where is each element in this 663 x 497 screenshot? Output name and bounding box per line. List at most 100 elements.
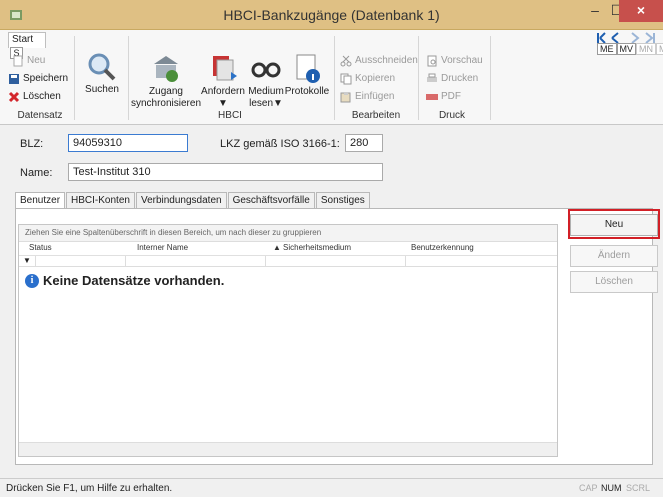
paste-icon: [340, 92, 351, 103]
group-hbci: HBCI: [218, 110, 242, 121]
filter-cell[interactable]: [265, 256, 405, 267]
anfordern-button[interactable]: Anfordern ▼: [200, 52, 246, 110]
zugang-label-1: Zugang: [149, 86, 183, 97]
anfordern-label: Anfordern: [201, 86, 245, 97]
view-tab-mn[interactable]: MN: [636, 43, 656, 55]
group-druck: Druck: [438, 110, 466, 121]
group-by-hint: Ziehen Sie eine Spaltenüberschrift in di…: [19, 225, 557, 242]
view-mode-tabs: ME MV MN M: [597, 43, 663, 55]
tab-start[interactable]: Start: [8, 32, 46, 48]
group-separator: [418, 36, 419, 120]
tab-strip: Benutzer HBCI-Konten Verbindungsdaten Ge…: [15, 192, 371, 209]
close-button[interactable]: ×: [619, 0, 663, 22]
tab-benutzer[interactable]: Benutzer: [15, 192, 66, 209]
zugang-label-2: synchronisieren: [130, 98, 202, 109]
speichern-label: Speichern: [23, 73, 69, 84]
empty-message: i Keine Datensätze vorhanden.: [25, 273, 224, 288]
name-label: Name:: [20, 167, 53, 179]
group-separator: [128, 36, 129, 120]
sort-ascending-icon: ▲: [273, 243, 281, 252]
filter-cell[interactable]: [405, 256, 555, 267]
tab-sonstiges[interactable]: Sonstiges: [315, 192, 370, 209]
suchen-button[interactable]: Suchen: [82, 52, 122, 96]
title-bar: HBCI-Bankzugänge (Datenbank 1) – ☐ ×: [0, 0, 663, 30]
status-bar: Drücken Sie F1, um Hilfe zu erhalten. CA…: [0, 478, 663, 497]
filter-cell[interactable]: [35, 256, 125, 267]
printer-icon: [427, 73, 437, 82]
speichern-button[interactable]: Speichern: [8, 70, 68, 88]
filter-row[interactable]: ▼: [19, 255, 557, 267]
ausschneiden-label: Ausschneiden: [355, 55, 418, 66]
window-title: HBCI-Bankzugänge (Datenbank 1): [223, 7, 440, 23]
protokolle-label: Protokolle: [284, 86, 330, 97]
copy-icon: [340, 73, 352, 85]
save-icon: [9, 74, 19, 84]
status-text: Drücken Sie F1, um Hilfe zu erhalten.: [6, 483, 173, 494]
ribbon: Start S Neu Speichern Löschen Datensatz …: [0, 30, 663, 125]
einfuegen-button[interactable]: Einfügen: [340, 88, 394, 106]
loeschen-button[interactable]: Löschen: [8, 88, 61, 106]
medium-label-2-text: lesen: [249, 98, 273, 109]
zugang-synchronisieren-button[interactable]: Zugang synchronisieren: [130, 52, 202, 110]
neu-label: Neu: [27, 55, 46, 66]
empty-message-text: Keine Datensätze vorhanden.: [43, 273, 225, 288]
blz-field[interactable]: 94059310: [68, 134, 188, 152]
lkz-field[interactable]: 280: [345, 134, 383, 152]
aendern-button[interactable]: Ändern: [570, 245, 658, 267]
info-icon: i: [25, 273, 39, 288]
group-separator: [490, 36, 491, 120]
log-info-icon: [296, 54, 320, 83]
medium-label-2: lesen▼: [246, 98, 286, 110]
name-field[interactable]: Test-Institut 310: [68, 163, 383, 181]
request-icon: [213, 56, 237, 81]
group-bearbeiten: Bearbeiten: [351, 110, 401, 121]
view-tab-me[interactable]: ME: [597, 43, 617, 55]
loeschen-label: Löschen: [23, 91, 61, 102]
einfuegen-label: Einfügen: [355, 91, 395, 102]
kopieren-label: Kopieren: [355, 73, 396, 84]
pdf-button[interactable]: PDF: [426, 88, 461, 106]
group-separator: [74, 36, 75, 120]
protokolle-button[interactable]: Protokolle: [284, 52, 330, 98]
new-record-icon: [13, 55, 23, 67]
grid-footer: [19, 442, 557, 456]
suchen-label: Suchen: [85, 84, 119, 95]
preview-icon: [427, 55, 437, 67]
medium-lesen-button[interactable]: Medium lesen▼: [246, 52, 286, 110]
medium-label-1: Medium: [248, 86, 284, 97]
delete-icon: [8, 91, 20, 103]
column-benutzerkennung[interactable]: Benutzerkennung: [411, 242, 474, 254]
column-status[interactable]: Status: [29, 242, 52, 254]
scrl-indicator: SCRL: [626, 483, 651, 493]
loeschen-button-side[interactable]: Löschen: [570, 271, 658, 293]
scissors-icon: [340, 55, 352, 67]
neu-button-side[interactable]: Neu: [570, 214, 658, 236]
glasses-icon: [251, 62, 281, 78]
num-indicator: NUM: [601, 483, 622, 493]
tab-geschaeftsvorfaelle[interactable]: Geschäftsvorfälle: [227, 192, 315, 209]
vorschau-button[interactable]: Vorschau: [426, 52, 483, 70]
chevron-down-icon: ▼: [273, 98, 283, 109]
group-datensatz: Datensatz: [17, 110, 63, 121]
tab-verbindungsdaten[interactable]: Verbindungsdaten: [135, 192, 227, 209]
cap-indicator: CAP: [579, 483, 598, 493]
pdf-icon: [426, 94, 438, 100]
column-interner-name[interactable]: Interner Name: [137, 242, 188, 254]
lkz-label: LKZ gemäß ISO 3166-1:: [220, 138, 340, 150]
users-grid[interactable]: Ziehen Sie eine Spaltenüberschrift in di…: [18, 224, 558, 457]
view-tab-m[interactable]: M: [656, 43, 663, 55]
kopieren-button[interactable]: Kopieren: [340, 70, 395, 88]
chevron-down-icon: ▼: [218, 98, 228, 109]
tab-hbci-konten[interactable]: HBCI-Konten: [66, 192, 135, 209]
drucken-button[interactable]: Drucken: [426, 70, 478, 88]
column-sicherheitsmedium[interactable]: Sicherheitsmedium: [283, 242, 351, 254]
bank-sync-icon: [154, 56, 178, 82]
vorschau-label: Vorschau: [441, 55, 483, 66]
neu-button[interactable]: Neu: [12, 52, 45, 70]
search-icon: [88, 53, 116, 81]
filter-cell[interactable]: [125, 256, 265, 267]
ausschneiden-button[interactable]: Ausschneiden: [340, 52, 418, 70]
group-separator: [334, 36, 335, 120]
filter-icon[interactable]: ▼: [23, 256, 31, 265]
view-tab-mv[interactable]: MV: [616, 43, 636, 55]
